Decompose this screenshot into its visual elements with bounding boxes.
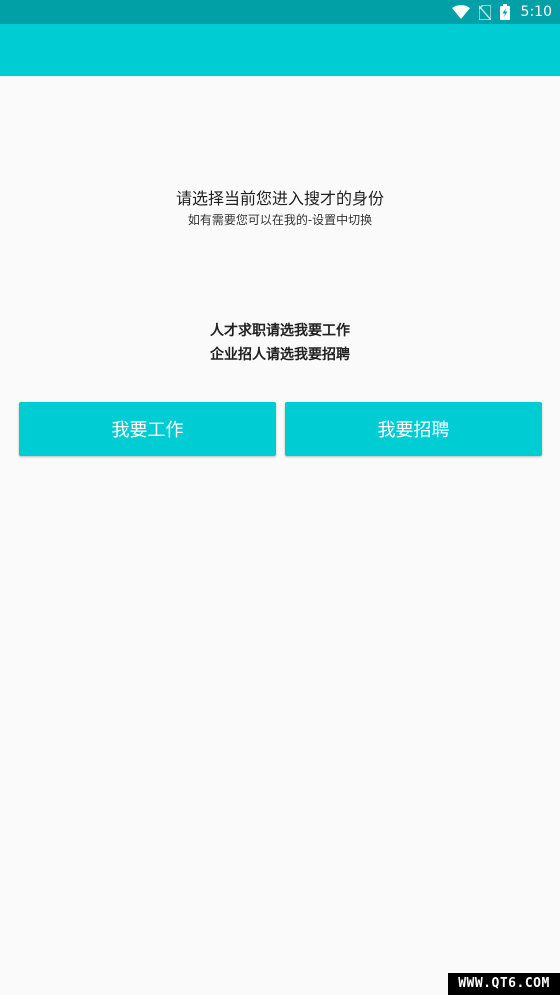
status-time: 5:10 <box>520 4 552 20</box>
watermark: WWW.QT6.COM <box>448 973 560 995</box>
no-sim-icon <box>478 4 491 20</box>
status-bar: 5:10 <box>0 0 560 24</box>
identity-prompt-subtitle: 如有需要您可以在我的-设置中切换 <box>187 213 373 227</box>
want-hire-button[interactable]: 我要招聘 <box>285 402 542 456</box>
want-work-button[interactable]: 我要工作 <box>19 402 276 456</box>
wifi-icon <box>451 5 470 19</box>
identity-prompt-title: 请选择当前您进入搜才的身份 <box>175 189 384 208</box>
job-seeker-hint: 人才求职请选我要工作 <box>210 323 350 339</box>
status-icons: 5:10 <box>451 0 552 24</box>
battery-charging-icon <box>499 4 510 20</box>
app-bar <box>0 24 560 76</box>
employer-hint: 企业招人请选我要招聘 <box>210 347 350 363</box>
